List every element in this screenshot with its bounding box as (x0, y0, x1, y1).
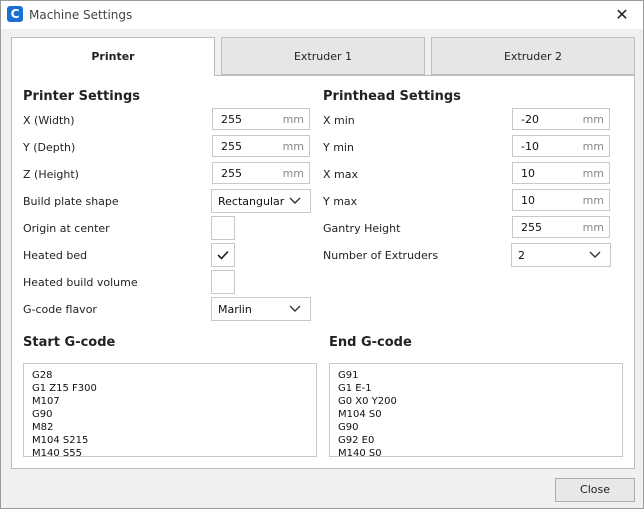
y-max-input[interactable]: 10 mm (512, 189, 610, 211)
heated-build-volume-checkbox[interactable] (211, 270, 235, 294)
code-line: M140 S55 (32, 448, 82, 457)
y-min-input[interactable]: -10 mm (512, 135, 610, 157)
x-width-label: X (Width) (23, 114, 75, 127)
tab-extruder-1[interactable]: Extruder 1 (221, 37, 425, 75)
y-max-label: Y max (323, 195, 358, 208)
x-width-value: 255 (221, 113, 242, 126)
y-depth-label: Y (Depth) (23, 141, 76, 154)
origin-at-center-checkbox[interactable] (211, 216, 235, 240)
y-min-unit: mm (582, 140, 604, 153)
build-plate-shape-select[interactable]: Rectangular (211, 189, 311, 213)
start-gcode-title: Start G-code (23, 335, 116, 350)
close-button[interactable]: Close (555, 478, 635, 502)
tab-printer[interactable]: Printer (11, 37, 215, 76)
x-max-unit: mm (582, 167, 604, 180)
build-plate-shape-value: Rectangular (218, 195, 285, 208)
x-max-label: X max (323, 168, 358, 181)
gantry-height-unit: mm (582, 221, 604, 234)
window-title: Machine Settings (29, 8, 133, 22)
gcode-flavor-select[interactable]: Marlin (211, 297, 311, 321)
gantry-height-label: Gantry Height (323, 222, 401, 235)
number-of-extruders-value: 2 (518, 249, 525, 262)
z-height-unit: mm (282, 167, 304, 180)
x-min-unit: mm (582, 113, 604, 126)
y-depth-input[interactable]: 255 mm (212, 135, 310, 157)
heated-build-volume-label: Heated build volume (23, 276, 138, 289)
y-depth-unit: mm (282, 140, 304, 153)
end-gcode-title: End G-code (329, 335, 412, 350)
y-max-unit: mm (582, 194, 604, 207)
heated-bed-checkbox[interactable] (211, 243, 235, 267)
build-plate-shape-label: Build plate shape (23, 195, 119, 208)
y-depth-value: 255 (221, 140, 242, 153)
chevron-down-icon (289, 305, 301, 312)
x-min-input[interactable]: -20 mm (512, 108, 610, 130)
gantry-height-value: 255 (521, 221, 542, 234)
origin-at-center-label: Origin at center (23, 222, 110, 235)
y-min-label: Y min (323, 141, 354, 154)
printhead-settings-title: Printhead Settings (323, 89, 461, 104)
x-max-value: 10 (521, 167, 535, 180)
code-line: G92 E0 (338, 435, 375, 446)
x-width-input[interactable]: 255 mm (212, 108, 310, 130)
heated-bed-label: Heated bed (23, 249, 88, 262)
z-height-label: Z (Height) (23, 168, 79, 181)
close-window-icon[interactable]: ✕ (607, 3, 637, 27)
start-gcode-textarea[interactable]: G28 G1 Z15 F300 M107 G90 M82 M104 S215 M… (23, 363, 317, 457)
chevron-down-icon (289, 197, 301, 204)
code-line: G0 X0 Y200 (338, 396, 397, 407)
x-min-label: X min (323, 114, 355, 127)
code-line: G90 (32, 409, 53, 420)
y-min-value: -10 (521, 140, 539, 153)
z-height-input[interactable]: 255 mm (212, 162, 310, 184)
code-line: M82 (32, 422, 54, 433)
x-min-value: -20 (521, 113, 539, 126)
number-of-extruders-label: Number of Extruders (323, 249, 439, 262)
code-line: G1 Z15 F300 (32, 383, 97, 394)
x-max-input[interactable]: 10 mm (512, 162, 610, 184)
end-gcode-textarea[interactable]: G91 G1 E-1 G0 X0 Y200 M104 S0 G90 G92 E0… (329, 363, 623, 457)
title-bar: C Machine Settings ✕ (1, 1, 643, 29)
printer-settings-title: Printer Settings (23, 89, 140, 104)
gcode-flavor-value: Marlin (218, 303, 252, 316)
checkmark-icon (217, 250, 229, 260)
tab-extruder-2[interactable]: Extruder 2 (431, 37, 635, 75)
gcode-flavor-label: G-code flavor (23, 303, 97, 316)
cura-app-icon: C (7, 6, 23, 22)
code-line: G91 (338, 370, 359, 381)
chevron-down-icon (589, 251, 601, 258)
code-line: G1 E-1 (338, 383, 372, 394)
code-line: M104 S0 (338, 409, 382, 420)
code-line: M104 S215 (32, 435, 89, 446)
z-height-value: 255 (221, 167, 242, 180)
code-line: G28 (32, 370, 53, 381)
x-width-unit: mm (282, 113, 304, 126)
code-line: G90 (338, 422, 359, 433)
number-of-extruders-select[interactable]: 2 (511, 243, 611, 267)
gantry-height-input[interactable]: 255 mm (512, 216, 610, 238)
machine-settings-window: C Machine Settings ✕ Printer Extruder 1 … (0, 0, 644, 509)
code-line: M107 (32, 396, 60, 407)
y-max-value: 10 (521, 194, 535, 207)
code-line: M140 S0 (338, 448, 382, 457)
